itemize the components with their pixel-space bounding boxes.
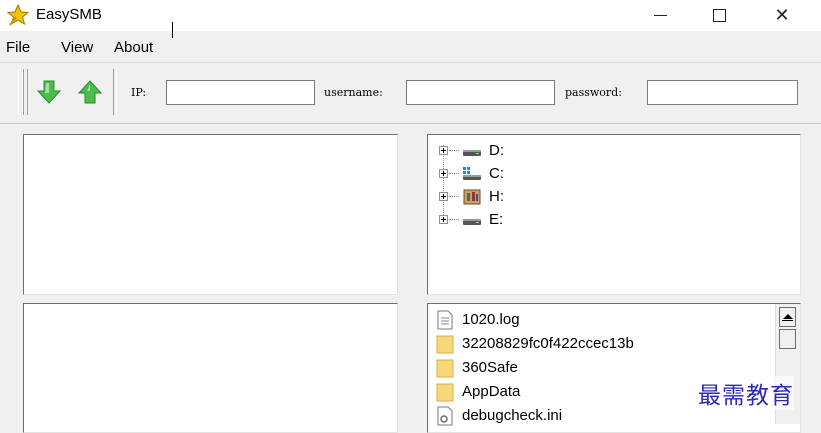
file-list-item[interactable]: 32208829fc0f422ccec13b: [428, 332, 768, 356]
toolbar-separator: [113, 69, 117, 115]
star-icon: [6, 3, 30, 26]
minimize-icon: [653, 15, 667, 16]
window-title: EasySMB: [36, 6, 102, 23]
local-file-list-panel[interactable]: 1020.log 32208829fc0f422ccec13b 360Safe …: [427, 303, 801, 433]
tree-branch: [449, 196, 459, 197]
username-input[interactable]: [406, 80, 555, 105]
watermark-text: 最需教育: [698, 376, 794, 410]
close-button[interactable]: ✕: [754, 0, 810, 31]
menu-file[interactable]: File: [6, 39, 30, 56]
menu-bar: File View About: [0, 32, 821, 63]
hard-drive-icon: [463, 150, 481, 156]
drive-label: E:: [489, 211, 504, 228]
settings-file-icon: [437, 406, 453, 426]
local-tree-panel[interactable]: D: C: H: E:: [427, 134, 801, 295]
expand-icon[interactable]: [439, 192, 448, 201]
drive-label: H:: [489, 188, 504, 205]
toolbar: IP: username: password:: [0, 63, 821, 124]
drive-label: C:: [489, 165, 504, 182]
title-bar: EasySMB ✕: [0, 0, 821, 31]
tree-item-drive-h[interactable]: H:: [428, 186, 788, 208]
tree-item-drive-d[interactable]: D:: [428, 140, 788, 162]
tree-branch: [449, 173, 459, 174]
file-name: debugcheck.ini: [462, 407, 563, 424]
password-input[interactable]: [647, 80, 798, 105]
maximize-icon: [712, 9, 726, 22]
network-drive-icon: [463, 189, 481, 205]
file-list-item[interactable]: 1020.log: [428, 308, 768, 332]
expand-icon[interactable]: [439, 215, 448, 224]
upload-arrow-icon[interactable]: [76, 78, 104, 106]
expand-icon[interactable]: [439, 169, 448, 178]
username-label: username:: [324, 86, 383, 99]
drive-label: D:: [489, 142, 504, 159]
expand-icon[interactable]: [439, 146, 448, 155]
maximize-button[interactable]: [691, 0, 747, 31]
folder-icon: [436, 335, 454, 354]
toolbar-grip-inner: [22, 69, 28, 115]
tree-branch: [449, 150, 459, 151]
download-arrow-icon[interactable]: [35, 78, 63, 106]
scroll-up-button[interactable]: [779, 307, 796, 327]
file-name: 1020.log: [462, 311, 520, 328]
tree-item-drive-e[interactable]: E:: [428, 209, 788, 231]
text-cursor: [172, 22, 173, 38]
tree-item-drive-c[interactable]: C:: [428, 163, 788, 185]
ip-label: IP:: [131, 86, 147, 99]
tree-branch: [449, 219, 459, 220]
hard-drive-icon: [463, 219, 481, 225]
file-name: 360Safe: [462, 359, 518, 376]
file-name: AppData: [462, 383, 521, 400]
menu-view[interactable]: View: [61, 39, 93, 56]
close-icon: ✕: [774, 5, 790, 25]
minimize-button[interactable]: [632, 0, 688, 31]
system-drive-icon: [463, 167, 481, 180]
password-label: password:: [565, 86, 622, 99]
remote-tree-panel[interactable]: [23, 134, 398, 295]
file-name: 32208829fc0f422ccec13b: [462, 335, 634, 352]
menu-about[interactable]: About: [114, 39, 153, 56]
text-file-icon: [437, 310, 453, 330]
scroll-thumb[interactable]: [779, 329, 796, 349]
folder-icon: [436, 359, 454, 378]
remote-file-list-panel[interactable]: [23, 303, 398, 433]
folder-icon: [436, 383, 454, 402]
ip-input[interactable]: [166, 80, 315, 105]
